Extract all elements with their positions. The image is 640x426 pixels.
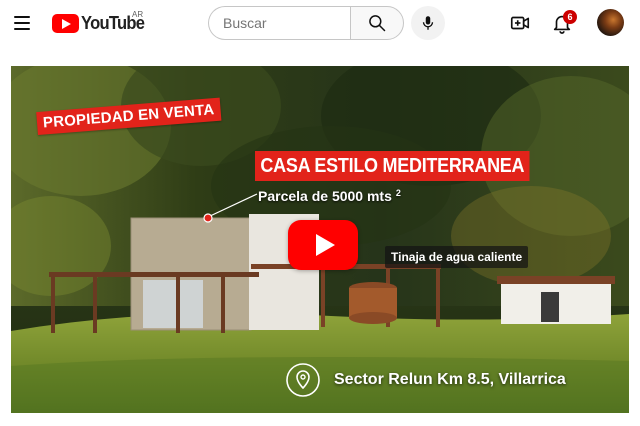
avatar[interactable] [597,9,624,36]
masthead: YouTube AR 6 [0,0,640,46]
create-video-icon [510,16,530,30]
search-button[interactable] [350,6,404,40]
logo-country-code: AR [132,10,144,19]
video-thumbnail[interactable]: PROPIEDAD EN VENTA CASA ESTILO MEDITERRA… [11,66,629,413]
search-input[interactable] [223,15,343,31]
house-title-overlay: CASA ESTILO MEDITERRANEA [255,151,530,181]
parcel-size-text: Parcela de 5000 mts 2 [258,188,401,204]
search-icon [369,15,386,32]
location-text: Sector Relun Km 8.5, Villarrica [334,371,566,388]
play-button[interactable] [288,220,358,270]
parcel-size-label: Parcela de 5000 mts [258,188,392,204]
menu-icon[interactable] [8,9,36,37]
voice-search-button[interactable] [411,6,445,40]
hot-tub-callout: Tinaja de agua caliente [385,246,529,268]
notification-count-badge: 6 [563,10,577,24]
mic-icon [422,16,434,30]
create-button[interactable] [506,9,534,37]
location-pin-icon [286,363,320,397]
parcel-size-superscript: 2 [395,188,401,198]
search-box [208,6,350,40]
youtube-logo-icon [52,13,79,33]
